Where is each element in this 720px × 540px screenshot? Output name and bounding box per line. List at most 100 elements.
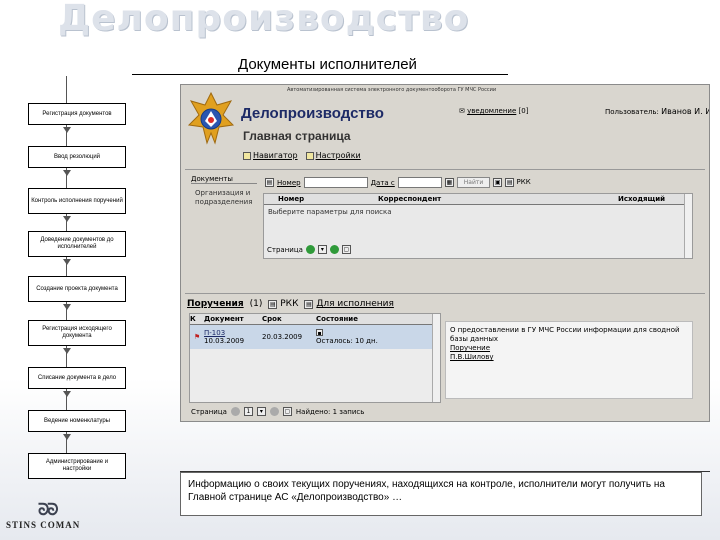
workflow-step-draft: Создание проекта документа	[28, 276, 126, 302]
assignments-header: Поручения (1) ▤ РКК ▤ Для исполнения	[187, 299, 394, 309]
divider	[185, 169, 705, 170]
workflow-arrow	[63, 170, 71, 176]
assignment-document[interactable]: П-103 10.03.2009	[204, 329, 262, 345]
divider	[185, 293, 705, 294]
flag-icon: ⚑	[193, 333, 201, 341]
app-nav: Навигатор Настройки	[243, 151, 361, 160]
pager-label: Страница	[267, 245, 303, 254]
nav-settings[interactable]: Настройки	[305, 151, 361, 160]
slide-caption: Информацию о своих текущих поручениях, н…	[188, 479, 665, 503]
logo-mark-icon: ᘐᘐ	[38, 500, 59, 519]
assignment-row[interactable]: ⚑ П-103 10.03.2009 20.03.2009 ▪ Осталось…	[190, 325, 440, 349]
col-deadline[interactable]: Срок	[262, 315, 316, 323]
assignments-pager: Страница 1 ▾ ▢ Найдено: 1 запись	[191, 407, 364, 416]
found-count: Найдено: 1 запись	[295, 407, 365, 416]
documents-category[interactable]: Организация и подразделения	[195, 189, 265, 207]
workflow-arrow	[63, 391, 71, 397]
documents-section-label: Документы	[191, 175, 257, 184]
workflow-arrow	[63, 434, 71, 440]
app-topbar: Автоматизированная система электронного …	[287, 87, 497, 93]
filter-date-label: Дата с	[370, 178, 395, 187]
col-number[interactable]: Номер	[278, 195, 378, 203]
rkk-link[interactable]: ▤ РКК	[505, 178, 531, 187]
notification-link[interactable]: ✉ уведомление [0]	[459, 107, 528, 115]
calendar-icon[interactable]: ▦	[444, 178, 454, 187]
user-label: Пользователь:	[605, 108, 659, 116]
workflow-step-nomenclature: Ведение номенклатуры	[28, 410, 126, 432]
workflow-arrow	[63, 348, 71, 354]
top-links: ✉ уведомление [0]	[459, 107, 528, 115]
workflow-step-control: Контроль исполнения поручений	[28, 188, 126, 214]
find-button[interactable]: Найти	[456, 177, 491, 188]
refresh-icon[interactable]: ▢	[282, 407, 292, 416]
workflow-arrow	[63, 216, 71, 222]
nav-navigator[interactable]: Навигатор	[243, 151, 298, 160]
assignment-deadline: 20.03.2009	[262, 333, 303, 341]
next-page-icon[interactable]	[269, 407, 279, 416]
col-status[interactable]: Состояние	[316, 315, 426, 323]
emergency-emblem-icon	[187, 91, 235, 145]
slide-title: Делопроизводство	[58, 0, 470, 39]
workflow-arrow	[63, 259, 71, 265]
workflow-step-archive: Списание документа в дело	[28, 367, 126, 389]
assignments-title: Поручения	[187, 299, 244, 309]
for-execution-link[interactable]: ▤ Для исполнения	[304, 299, 394, 309]
prev-page-icon[interactable]	[305, 245, 315, 254]
doc-date: 10.03.2009	[204, 337, 245, 345]
detail-executor-link[interactable]: П.В.Шилову	[450, 353, 494, 361]
assignment-detail: О предоставлении в ГУ МЧС России информа…	[445, 321, 693, 399]
rkk-icon: ▤	[505, 178, 515, 187]
detail-assignment-link[interactable]: Поручение	[450, 344, 490, 352]
page-title: Главная страница	[243, 129, 351, 143]
refresh-icon[interactable]: ▢	[341, 245, 351, 254]
workflow-arrow	[63, 304, 71, 310]
workflow-step-outgoing: Регистрация исходящего документа	[28, 320, 126, 346]
workflow-arrow	[63, 127, 71, 133]
prev-page-icon[interactable]	[230, 407, 240, 416]
company-logo: ᘐᘐ STINS COMAN	[6, 500, 90, 530]
col-document[interactable]: Документ	[204, 315, 262, 323]
logo-text: STINS COMAN	[6, 520, 81, 530]
navigator-icon	[243, 151, 251, 160]
assignment-status: ▪ Осталось: 10 дн.	[316, 329, 426, 345]
slide-subtitle: Документы исполнителей	[238, 56, 417, 73]
documents-empty-note: Выберите параметры для поиска	[268, 208, 392, 216]
new-document-icon[interactable]: ▣	[493, 178, 503, 187]
navigator-link[interactable]: Навигатор	[253, 151, 298, 160]
page-select[interactable]: ▾	[256, 407, 266, 416]
detail-text: О предоставлении в ГУ МЧС России информа…	[450, 326, 680, 343]
workflow-step-registration: Регистрация документов	[28, 103, 126, 125]
page-number[interactable]: 1	[243, 407, 253, 416]
document-icon: ▤	[265, 178, 274, 187]
number-input[interactable]	[303, 177, 368, 188]
col-k[interactable]: К	[190, 315, 204, 323]
filter-number-label: Номер	[277, 178, 301, 187]
page-select[interactable]: ▾	[317, 245, 327, 254]
doc-number: П-103	[204, 329, 226, 337]
execution-icon: ▤	[304, 300, 314, 309]
documents-filter: ▤ Номер Дата с ▦ Найти ▣ ▤ РКК	[265, 177, 531, 188]
settings-link[interactable]: Настройки	[316, 151, 361, 160]
status-icon: ▪	[316, 329, 323, 337]
app-title: Делопроизводство	[241, 105, 384, 122]
assignments-scrollbar[interactable]	[432, 314, 440, 402]
workflow-step-resolutions: Ввод резолюций	[28, 146, 126, 168]
col-outgoing[interactable]: Исходящий	[618, 195, 678, 203]
pager-label: Страница	[191, 407, 227, 416]
assignments-count: (1)	[249, 299, 263, 309]
col-correspondent[interactable]: Корреспондент	[378, 195, 618, 203]
assignments-table-header: К Документ Срок Состояние	[190, 314, 440, 325]
assignments-rkk-link[interactable]: ▤ РКК	[268, 299, 298, 309]
title-underline	[132, 74, 508, 75]
date-input[interactable]	[397, 177, 442, 188]
rkk-icon: ▤	[268, 300, 278, 309]
workflow-step-admin: Администрирование и настройки	[28, 453, 126, 479]
user-name: Иванов И. И.	[661, 107, 710, 116]
assignments-table: К Документ Срок Состояние ⚑ П-103 10.03.…	[189, 313, 441, 403]
documents-scrollbar[interactable]	[684, 194, 692, 258]
documents-table-header: Номер Корреспондент Исходящий	[264, 194, 692, 205]
user-info: Пользователь: Иванов И. И.	[605, 107, 710, 116]
app-screenshot: Автоматизированная система электронного …	[180, 84, 710, 422]
next-page-icon[interactable]	[329, 245, 339, 254]
status-text: Осталось: 10 дн.	[316, 337, 378, 345]
